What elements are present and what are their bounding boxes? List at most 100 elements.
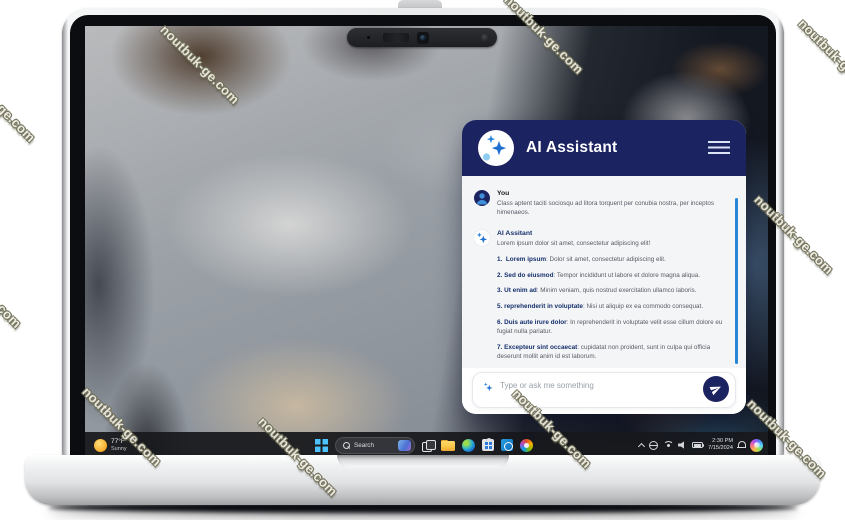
- chat-area: You Class aptent taciti sociosqu ad lito…: [462, 176, 746, 368]
- list-text: : Dolor sit amet, consectetur adipiscing…: [546, 255, 666, 263]
- edge-button[interactable]: [462, 438, 475, 452]
- watermark: noutbuk-ge.com: [0, 246, 25, 332]
- store-button[interactable]: [482, 437, 494, 451]
- laptop-base-notch: [336, 455, 509, 468]
- list-number: 1.: [497, 255, 503, 263]
- search-image-thumbnail: [398, 439, 411, 451]
- file-explorer-button[interactable]: [441, 439, 455, 451]
- list-item: 5. reprehenderit in voluptate: Nisi ut a…: [497, 302, 726, 311]
- outlook-button[interactable]: [501, 439, 513, 451]
- battery-icon: [692, 442, 705, 448]
- clock[interactable]: 2:30 PM 7/15/2024: [708, 438, 733, 453]
- sparkle-icon: [476, 232, 488, 244]
- list-item: 6. Duis aute irure dolor: In reprehender…: [497, 318, 726, 336]
- windows-logo-icon: [315, 438, 328, 452]
- list-term: Sed do eiusmod: [504, 271, 554, 279]
- assistant-avatar: [474, 230, 490, 247]
- list-term: Excepteur sint occaecat: [504, 343, 578, 351]
- weather-text: 77°F Sunny: [111, 438, 127, 452]
- clock-time: 2:30 PM: [712, 437, 733, 444]
- menu-button hamburger-icon[interactable]: [708, 141, 730, 154]
- camera-sensor: [383, 33, 409, 42]
- search-box[interactable]: Search: [335, 436, 415, 454]
- photos-button[interactable]: [520, 438, 533, 452]
- task-view-button[interactable]: [422, 439, 436, 452]
- page: AI Assistant You Class aptent taciti soc…: [0, 0, 845, 520]
- watermark: noutbuk-ge.com: [795, 16, 845, 102]
- network-globe-button[interactable]: [649, 440, 659, 450]
- list-item: 7. Excepteur sint occaecat: cupidatat no…: [497, 343, 726, 361]
- search-icon: [343, 441, 350, 449]
- laptop-base: [25, 455, 820, 505]
- start-button[interactable]: [315, 438, 328, 452]
- send-icon: [709, 386, 721, 396]
- list-item: 3. Ut enim ad: Minim veniam, quis nostru…: [497, 286, 726, 295]
- desktop-screen: AI Assistant You Class aptent taciti soc…: [85, 26, 768, 458]
- copilot-button[interactable]: [750, 438, 763, 452]
- message-input-box[interactable]: [472, 372, 736, 408]
- user-message-body: You Class aptent taciti sociosqu ad lito…: [497, 190, 726, 217]
- list-text: : Nisi ut aliquip ex ea commodo consequa…: [582, 303, 704, 311]
- screen-bezel: AI Assistant You Class aptent taciti soc…: [70, 15, 776, 460]
- assistant-message: AI Assitant Lorem ipsum dolor sit amet, …: [474, 230, 726, 361]
- person-icon: [476, 193, 488, 205]
- sparkle-icon: [483, 382, 493, 392]
- message-intro: Lorem ipsum dolor sit amet, consectetur …: [497, 239, 651, 247]
- list-number: 3.: [497, 287, 503, 295]
- wifi-button[interactable]: [663, 441, 673, 450]
- list-item: 2. Sed do eiusmod: Tempor incididunt ut …: [497, 271, 726, 280]
- photos-icon: [520, 438, 533, 452]
- list-number: 7.: [497, 343, 503, 351]
- panel-title: AI Assistant: [526, 139, 618, 156]
- camera-mic-icon: [481, 33, 489, 42]
- search-label: Search: [354, 441, 374, 449]
- notification-bell-button[interactable]: [737, 441, 746, 449]
- store-icon: [482, 437, 494, 451]
- bell-icon: [737, 441, 746, 449]
- message-sender: AI Assitant: [497, 230, 533, 238]
- chat-scrollbar[interactable]: [735, 198, 738, 364]
- weather-temperature: 77°F: [111, 438, 125, 446]
- message-input[interactable]: [500, 378, 680, 392]
- battery-button[interactable]: [692, 442, 705, 448]
- list-number: 5.: [497, 303, 503, 311]
- list-text: : Tempor incididunt ut labore et dolore …: [553, 271, 701, 279]
- input-bar: [462, 368, 746, 414]
- globe-icon: [649, 440, 659, 450]
- list-number: 2.: [497, 271, 503, 279]
- list-item: 1. Lorem ipsum: Dolor sit amet, consecte…: [497, 255, 726, 264]
- send-button[interactable]: [703, 376, 729, 402]
- message-sender: You: [497, 190, 510, 197]
- sparkle-icon: [482, 135, 507, 161]
- camera-lens-icon: [417, 31, 429, 44]
- list-term: Lorem ipsum: [505, 255, 547, 263]
- task-view-icon: [422, 439, 436, 452]
- list-term: Duis aute irure dolor: [504, 318, 567, 326]
- chevron-up-icon: [638, 442, 646, 450]
- user-message: You Class aptent taciti sociosqu ad lito…: [474, 190, 726, 217]
- weather-condition: Sunny: [111, 445, 127, 452]
- sun-icon: [94, 438, 107, 452]
- list-text: : Minim veniam, quis nostrud exercitatio…: [536, 287, 697, 295]
- copilot-icon: [750, 438, 763, 452]
- laptop-lid: AI Assistant You Class aptent taciti soc…: [62, 8, 784, 460]
- clock-date: 7/15/2024: [708, 445, 733, 451]
- edge-icon: [462, 438, 475, 452]
- ai-assistant-panel: AI Assistant You Class aptent taciti soc…: [462, 120, 746, 414]
- watermark: noutbuk-ge.com: [0, 60, 39, 146]
- camera-indicator-dot: [367, 36, 370, 39]
- speaker-icon: [678, 441, 684, 449]
- wifi-icon: [663, 441, 673, 450]
- message-text: Class aptent taciti sociosqu ad litora t…: [497, 199, 715, 216]
- list-term: reprehenderit in voluptate: [504, 303, 583, 311]
- folder-icon: [441, 439, 455, 451]
- assistant-message-body: AI Assitant Lorem ipsum dolor sit amet, …: [497, 230, 726, 361]
- tray-expand-button[interactable]: [638, 442, 646, 450]
- list-term: Ut enim ad: [504, 287, 537, 295]
- volume-button[interactable]: [678, 441, 687, 449]
- assistant-logo: [478, 130, 514, 166]
- user-avatar: [474, 190, 490, 206]
- camera-bar: [347, 28, 497, 47]
- assistant-header: AI Assistant: [462, 120, 746, 176]
- list-number: 6.: [497, 318, 503, 326]
